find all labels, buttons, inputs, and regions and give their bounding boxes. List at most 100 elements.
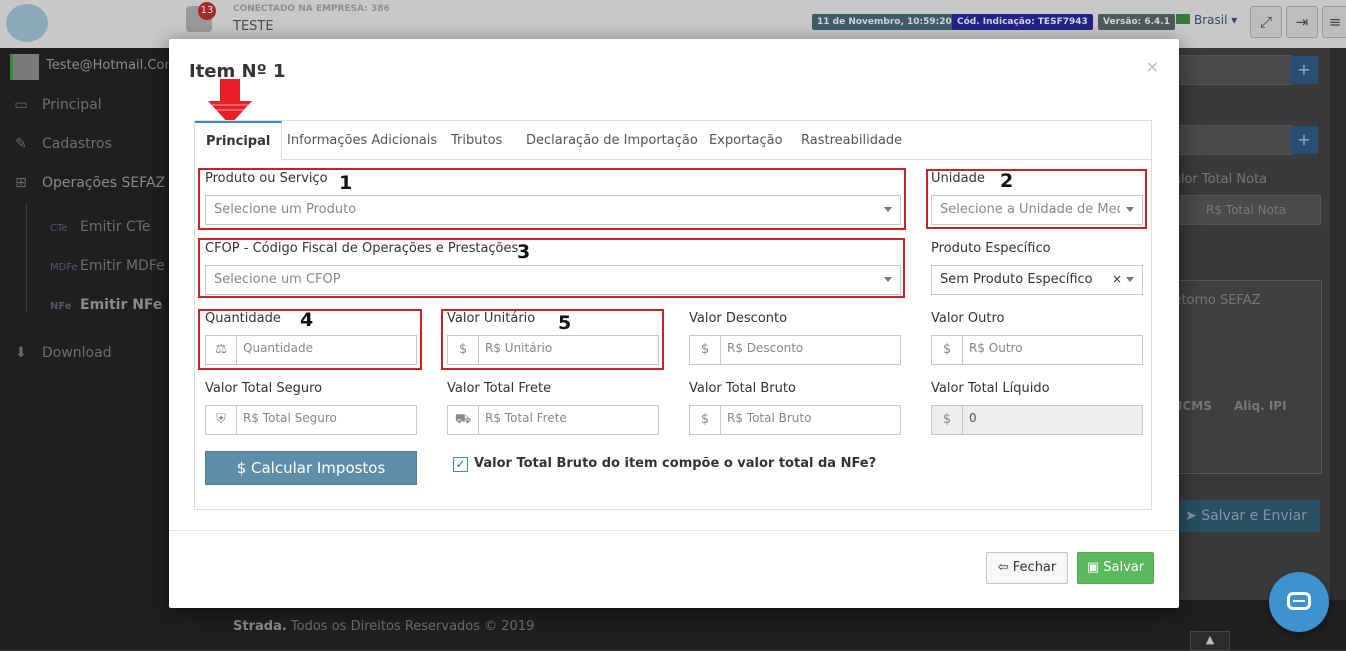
tab-principal[interactable]: Principal bbox=[195, 121, 283, 160]
submenu-line bbox=[26, 203, 27, 313]
dollar-icon: $ bbox=[690, 336, 721, 364]
annotation-arrow-icon bbox=[208, 79, 252, 125]
valor-unitario-input[interactable] bbox=[485, 341, 632, 355]
produto-especifico-select[interactable]: Sem Produto Específico × bbox=[931, 265, 1143, 295]
produto-placeholder: Selecione um Produto bbox=[214, 202, 357, 217]
cfop-placeholder: Selecione um CFOP bbox=[214, 272, 341, 287]
chevron-down-icon bbox=[884, 207, 892, 212]
sidebar-item-emitir-mdfe[interactable]: MDFe Emitir MDFe bbox=[50, 258, 165, 274]
valor-desconto-field: $ bbox=[689, 335, 901, 365]
sidebar-user[interactable]: Teste@Hotmail.Com bbox=[10, 54, 177, 80]
valor-total-seguro-field: ⛨ bbox=[205, 405, 417, 435]
tab-informacoes-adicionais[interactable]: Informações Adicionais bbox=[287, 121, 437, 159]
tab-rastreabilidade[interactable]: Rastreabilidade bbox=[801, 121, 902, 159]
valor-bruto-checkbox[interactable]: ✓ bbox=[453, 457, 468, 472]
quantidade-input[interactable] bbox=[243, 341, 390, 355]
footer-copyright: Todos os Direitos Reservados © 2019 bbox=[286, 619, 535, 634]
produto-select[interactable]: Selecione um Produto bbox=[205, 195, 901, 225]
truck-icon: ⛟ bbox=[448, 406, 479, 434]
sidebar-item-cadastros[interactable]: ✎ Cadastros bbox=[12, 136, 112, 152]
bg-select-1 bbox=[1175, 55, 1292, 85]
close-icon[interactable]: × bbox=[1146, 57, 1159, 76]
valor-outro-field: $ bbox=[931, 335, 1143, 365]
valor-total-liquido-label: Valor Total Líquido bbox=[931, 381, 1050, 396]
right-strip bbox=[1330, 48, 1346, 600]
mdfe-badge-icon: MDFe bbox=[50, 262, 78, 273]
language-selector[interactable]: Brasil ▾ bbox=[1176, 13, 1237, 27]
annotation-number-5: 5 bbox=[558, 312, 572, 334]
company-name: TESTE bbox=[233, 19, 274, 34]
unidade-placeholder: Selecione a Unidade de Med... bbox=[940, 202, 1120, 217]
scroll-top-icon[interactable]: ▲ bbox=[1190, 631, 1230, 651]
sidebar-item-principal[interactable]: ▭ Principal bbox=[12, 97, 101, 113]
bg-save-send-label: Salvar e Enviar bbox=[1201, 508, 1307, 524]
clear-icon[interactable]: × bbox=[1112, 272, 1122, 286]
tab-tributos[interactable]: Tributos bbox=[451, 121, 502, 159]
bg-add-icon: + bbox=[1290, 56, 1318, 84]
download-icon: ⬇ bbox=[15, 345, 27, 361]
salvar-label: Salvar bbox=[1103, 560, 1145, 575]
menu-icon[interactable]: ≡ bbox=[1322, 6, 1346, 38]
scale-icon: ⚖ bbox=[206, 336, 237, 364]
valor-bruto-checkbox-label: Valor Total Bruto do item compõe o valor… bbox=[474, 456, 877, 471]
item-modal: Item Nº 1 × Principal Informações Adicio… bbox=[169, 39, 1179, 608]
sidebar-item-emitir-nfe[interactable]: NFe Emitir NFe bbox=[50, 297, 162, 313]
cfop-select[interactable]: Selecione um CFOP bbox=[205, 265, 901, 295]
tab-declaracao-importacao[interactable]: Declaração de Importação bbox=[526, 121, 698, 159]
version-tag: Versão: 6.4.1 bbox=[1098, 14, 1175, 30]
fullscreen-icon[interactable]: ⤢ bbox=[1250, 6, 1282, 38]
bg-save-send-button: ➤ Salvar e Enviar bbox=[1175, 500, 1320, 532]
chevron-down-icon bbox=[884, 277, 892, 282]
chevron-down-icon bbox=[1126, 207, 1134, 212]
valor-total-bruto-input[interactable] bbox=[727, 411, 874, 425]
sidebar-item-label: Cadastros bbox=[42, 136, 112, 152]
bg-valor-total-nota-field: R$ Total Nota bbox=[1175, 195, 1321, 225]
valor-total-seguro-label: Valor Total Seguro bbox=[205, 381, 323, 396]
floppy-icon: ▣ bbox=[1086, 560, 1100, 575]
notification-badge: 13 bbox=[198, 2, 216, 20]
bg-valor-total-nota-placeholder: R$ Total Nota bbox=[1206, 203, 1287, 217]
valor-outro-input[interactable] bbox=[969, 341, 1116, 355]
dollar-icon: $ bbox=[932, 336, 963, 364]
check-icon: ✓ bbox=[455, 457, 466, 471]
logout-icon[interactable]: ⇥ bbox=[1286, 6, 1318, 38]
sidebar-item-label: Download bbox=[42, 345, 112, 361]
send-icon: ➤ bbox=[1185, 508, 1197, 524]
exit-icon: ⇦ bbox=[997, 560, 1009, 575]
valor-total-seguro-input[interactable] bbox=[243, 411, 390, 425]
produto-especifico-value: Sem Produto Específico bbox=[940, 272, 1093, 287]
cfop-label: CFOP - Código Fiscal de Operações e Pres… bbox=[205, 241, 519, 256]
valor-total-bruto-label: Valor Total Bruto bbox=[689, 381, 796, 396]
salvar-button[interactable]: ▣ Salvar bbox=[1077, 552, 1154, 584]
bg-retorno-sefaz-label: Retorno SEFAZ bbox=[1165, 293, 1261, 308]
valor-total-frete-input[interactable] bbox=[485, 411, 632, 425]
chat-widget-button[interactable] bbox=[1269, 572, 1329, 632]
cte-badge-icon: CTe bbox=[50, 223, 68, 234]
dollar-icon: $ bbox=[448, 336, 479, 364]
fechar-label: Fechar bbox=[1012, 560, 1057, 575]
edit-icon: ✎ bbox=[15, 136, 27, 152]
sidebar-item-operacoes-sefaz[interactable]: ⊞ Operações SEFAZ bbox=[12, 175, 165, 191]
chevron-down-icon bbox=[1126, 277, 1134, 282]
bg-add-icon: + bbox=[1290, 126, 1318, 154]
unidade-select[interactable]: Selecione a Unidade de Med... bbox=[931, 195, 1143, 225]
flag-icon bbox=[1176, 14, 1190, 24]
sidebar-item-label: Emitir NFe bbox=[80, 297, 163, 313]
bg-select-2 bbox=[1175, 125, 1292, 155]
valor-total-bruto-field: $ bbox=[689, 405, 901, 435]
annotation-number-1: 1 bbox=[339, 172, 353, 194]
bg-col-icms: ICMS bbox=[1178, 399, 1212, 413]
fechar-button[interactable]: ⇦ Fechar bbox=[986, 552, 1068, 584]
sidebar-item-download[interactable]: ⬇ Download bbox=[12, 345, 112, 361]
user-email: Teste@Hotmail.Com bbox=[46, 58, 178, 73]
valor-desconto-input[interactable] bbox=[727, 341, 874, 355]
tab-exportacao[interactable]: Exportação bbox=[709, 121, 783, 159]
connected-company-label: CONECTADO NA EMPRESA: 386 bbox=[233, 4, 390, 14]
nfe-badge-icon: NFe bbox=[50, 301, 72, 312]
date-tag: 11 de Novembro, 10:59:20 bbox=[812, 14, 957, 30]
valor-total-liquido-input bbox=[969, 411, 1116, 425]
language-label: Brasil bbox=[1194, 13, 1228, 27]
calcular-impostos-button[interactable]: $ Calcular Impostos bbox=[205, 451, 417, 485]
sidebar-item-label: Emitir CTe bbox=[80, 219, 151, 235]
sidebar-item-emitir-cte[interactable]: CTe Emitir CTe bbox=[50, 219, 151, 235]
